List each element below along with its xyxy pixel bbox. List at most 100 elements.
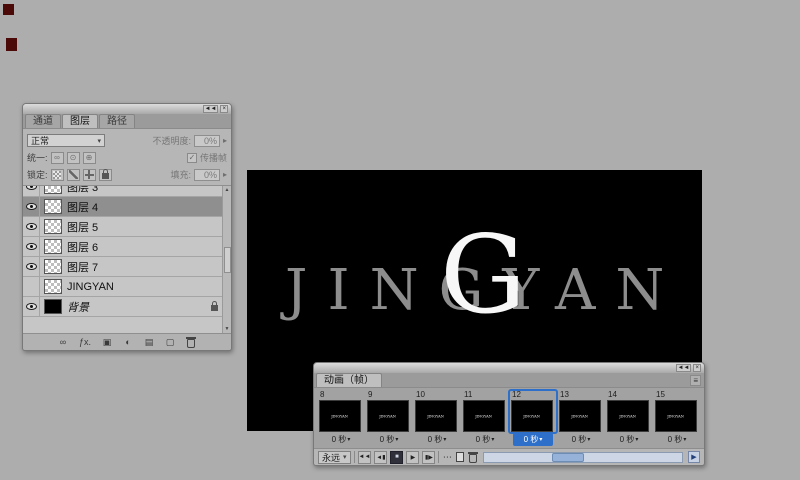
frame-delay[interactable]: 0 秒 ▾ [317, 433, 365, 446]
layer-thumbnail[interactable] [44, 259, 62, 274]
layer-thumbnail[interactable] [44, 279, 62, 294]
visibility-toggle[interactable] [23, 277, 40, 296]
tab-layers[interactable]: 图层 [62, 114, 98, 128]
frame-thumbnail[interactable]: JINGYAN [559, 400, 601, 432]
frame-cell[interactable]: 11 JINGYAN [461, 390, 509, 433]
propagate-frame-checkbox[interactable]: ✓ [186, 152, 197, 163]
layer-row[interactable]: 图层 5 [23, 217, 222, 237]
next-frame-button[interactable]: ▮▶ [422, 450, 436, 464]
layer-row[interactable]: 图层 6 [23, 237, 222, 257]
frame-delay[interactable]: 0 秒 ▾ [605, 433, 653, 446]
layer-row[interactable]: JINGYAN [23, 277, 222, 297]
collapse-panel-button[interactable]: ◄◄ [202, 105, 219, 113]
frame-cell[interactable]: 14 JINGYAN [605, 390, 653, 433]
first-frame-button[interactable]: ◄◄ [357, 450, 372, 464]
scrollbar-thumb[interactable] [551, 452, 584, 462]
new-group-icon[interactable]: ▤ [144, 337, 154, 348]
delete-frame-button[interactable] [468, 451, 479, 463]
delete-layer-icon[interactable] [186, 336, 196, 348]
timeline-scrollbar[interactable] [483, 451, 683, 463]
play-button[interactable]: ▶ [406, 450, 420, 464]
visibility-toggle[interactable] [23, 186, 40, 196]
animation-panel-titlebar[interactable]: ◄◄ × [314, 363, 704, 373]
visibility-toggle[interactable] [23, 257, 40, 276]
layer-mask-icon[interactable]: ▣ [102, 337, 112, 348]
layer-name[interactable]: 图层 6 [67, 239, 98, 255]
frame-delay-selected[interactable]: 0 秒 ▾ [513, 433, 553, 446]
frame-thumbnail[interactable]: JINGYAN [319, 400, 361, 432]
unify-position-button[interactable]: ∞ [50, 151, 64, 164]
fill-value[interactable]: 0% [193, 168, 220, 181]
duplicate-frame-button[interactable] [455, 452, 465, 462]
frame-cell[interactable]: 10 JINGYAN [413, 390, 461, 433]
frame-thumbnail[interactable]: JINGYAN [463, 400, 505, 432]
tab-channels[interactable]: 通道 [25, 114, 61, 128]
close-panel-button[interactable]: × [693, 364, 701, 372]
frame-cell[interactable]: 9 JINGYAN [365, 390, 413, 433]
tween-button[interactable]: ⋯ [442, 452, 452, 463]
layer-row[interactable]: 图层 7 [23, 257, 222, 277]
frame-thumbnail[interactable]: JINGYAN [607, 400, 649, 432]
new-layer-icon[interactable]: ▢ [165, 337, 175, 348]
previous-frame-button[interactable]: ◄▮ [374, 450, 388, 464]
scroll-down-icon[interactable]: ▼ [225, 326, 230, 332]
layer-row[interactable]: 背景 [23, 297, 222, 317]
layer-row[interactable]: 图层 3 [23, 186, 222, 197]
frame-thumbnail[interactable]: JINGYAN [655, 400, 697, 432]
layer-name[interactable]: 图层 4 [67, 199, 98, 215]
scrollbar-thumb[interactable] [223, 246, 231, 273]
lock-position-button[interactable] [82, 168, 96, 181]
layer-style-icon[interactable]: ƒx. [79, 337, 91, 347]
frame-thumbnail[interactable]: JINGYAN [415, 400, 457, 432]
stop-button[interactable]: ■ [390, 450, 404, 464]
lock-transparency-button[interactable] [50, 168, 64, 181]
fill-spinner-icon[interactable]: ▸ [223, 170, 227, 179]
scroll-up-icon[interactable]: ▲ [225, 187, 230, 193]
collapse-panel-button[interactable]: ◄◄ [675, 364, 692, 372]
panel-menu-icon[interactable]: ≡ [690, 374, 701, 386]
visibility-toggle[interactable] [23, 237, 40, 256]
close-panel-button[interactable]: × [220, 105, 228, 113]
layer-name[interactable]: 图层 5 [67, 219, 98, 235]
layer-name[interactable]: JINGYAN [67, 281, 114, 293]
unify-style-button[interactable]: ⊕ [82, 151, 96, 164]
layer-thumbnail[interactable] [44, 239, 62, 254]
frame-cell[interactable]: 15 JINGYAN [653, 390, 701, 433]
layer-thumbnail[interactable] [44, 219, 62, 234]
frame-thumbnail[interactable]: JINGYAN [367, 400, 409, 432]
layer-name[interactable]: 背景 [67, 299, 89, 315]
layers-panel: ◄◄ × 通道 图层 路径 正常 ▾ 不透明度: 0% ▸ 统一: ∞ ⊙ ⊕ [22, 103, 232, 351]
layer-row[interactable]: 图层 4 [23, 197, 222, 217]
layer-name[interactable]: 图层 7 [67, 259, 98, 275]
visibility-toggle[interactable] [23, 217, 40, 236]
layers-scrollbar[interactable]: ▲ ▼ [222, 186, 231, 333]
frame-cell-selected[interactable]: 12 JINGYAN [508, 389, 558, 434]
layer-thumbnail[interactable] [44, 199, 62, 214]
frame-delay[interactable]: 0 秒 ▾ [653, 433, 701, 446]
lock-all-button[interactable] [98, 168, 112, 181]
loop-count-select[interactable]: 永远 ▾ [318, 450, 351, 464]
frame-delay[interactable]: 0 秒 ▾ [557, 433, 605, 446]
scroll-right-button[interactable]: ▶ [688, 451, 700, 463]
layer-thumbnail[interactable] [44, 186, 62, 194]
layer-thumbnail[interactable] [44, 299, 62, 314]
opacity-value[interactable]: 0% [193, 134, 220, 147]
link-layers-icon[interactable]: ∞ [58, 337, 68, 347]
layers-panel-titlebar[interactable]: ◄◄ × [23, 104, 231, 114]
tab-animation-frames[interactable]: 动画（帧） [316, 373, 382, 387]
frame-thumbnail[interactable]: JINGYAN [511, 400, 553, 432]
frame-cell[interactable]: 13 JINGYAN [557, 390, 605, 433]
frame-delay[interactable]: 0 秒 ▾ [365, 433, 413, 446]
visibility-toggle[interactable] [23, 197, 40, 216]
opacity-spinner-icon[interactable]: ▸ [223, 136, 227, 145]
frame-delay[interactable]: 0 秒 ▾ [413, 433, 461, 446]
frame-delay[interactable]: 0 秒 ▾ [461, 433, 509, 446]
lock-paint-button[interactable] [66, 168, 80, 181]
frame-cell[interactable]: 8 JINGYAN [317, 390, 365, 433]
adjustment-layer-icon[interactable]: ◐ [123, 337, 133, 347]
unify-visibility-button[interactable]: ⊙ [66, 151, 80, 164]
visibility-toggle[interactable] [23, 297, 40, 316]
layer-name[interactable]: 图层 3 [67, 186, 98, 195]
tab-paths[interactable]: 路径 [99, 114, 135, 128]
blend-mode-select[interactable]: 正常 ▾ [27, 134, 105, 147]
